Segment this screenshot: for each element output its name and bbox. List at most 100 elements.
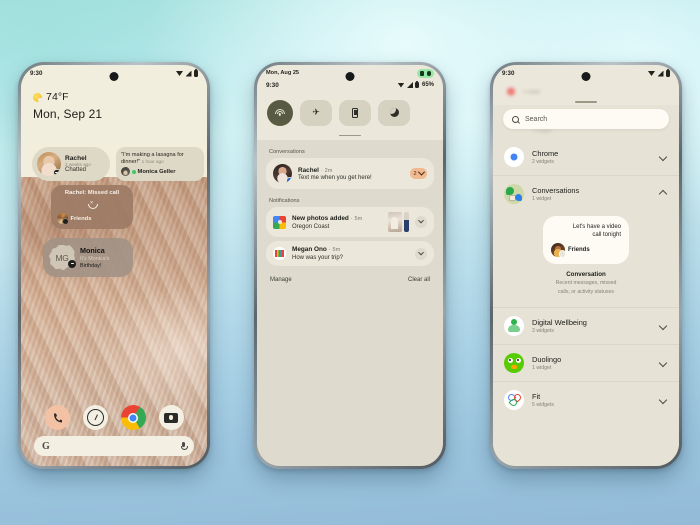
app-name: Fit [532,391,541,401]
section-label-conversations: Conversations [269,149,305,156]
count-value: 2 [413,170,417,177]
app-name: Digital Wellbeing [532,317,587,327]
clear-all-button[interactable]: Clear all [408,277,430,283]
separator: · [350,215,353,223]
camera-icon[interactable] [158,405,184,430]
widget-preview-area: Let's have a video call tonight Friends … [493,212,679,307]
widget-app-row-fit[interactable]: Fit 5 widgets [493,380,679,418]
shade-footer: Manage Clear all [257,266,443,283]
timestamp: 2m [324,167,333,174]
conversation-notification-rachel[interactable]: Rachel · 2m Text me when you get here! 2 [266,158,434,190]
app-text: Duolingo 1 widget [532,355,652,371]
message-badge-icon [68,259,76,268]
phone2-screen: Mon, Aug 25 9:30 65% ✈ Conversations Rac… [257,65,443,466]
chrome-icon[interactable] [120,405,146,430]
fit-heart-glyph [506,392,522,408]
chrome-icon [504,147,524,167]
widget-monica-quote[interactable]: "I'm making a lasagna for dinner!" 1 hou… [116,147,204,181]
mic-icon[interactable] [181,441,188,451]
contact-name: Monica [80,246,105,256]
online-status-dot [132,170,136,174]
expand-button[interactable] [415,216,427,229]
partial-app-label: 1 widget [523,89,540,94]
notification-body: Rachel · 2m Text me when you get here! [298,167,404,182]
app-name: Chrome [532,149,559,158]
widget-rachel-chat[interactable]: Rachel 2 weeks ago Chatted [32,147,110,181]
widget-app-list: Chrome 2 widgets Conversations 1 widget [493,139,679,466]
widget-app-row-digital-wellbeing[interactable]: Digital Wellbeing 3 widgets [493,306,679,344]
partial-app-row: 1 widget [493,82,679,100]
wifi-icon [275,109,285,116]
birthday-line-1: It's Monica's [80,255,110,262]
preview-message-line-2: call tonight [592,232,621,239]
weather-row[interactable]: 74°F [33,91,207,103]
screenshot-root: 9:30 74°F Mon, Sep 21 Rachel 2 weeks ago… [0,0,700,525]
google-photos-icon [273,215,286,229]
birthday-text: Monica It's Monica's Birthday! [68,246,110,269]
camera-punchhole [345,72,355,81]
qs-tile-wifi[interactable] [267,99,293,126]
preview-description-line-1: Recent messages, missed [555,280,617,287]
app-text: Conversations 1 widget [532,186,652,202]
qs-tile-dnd[interactable] [378,99,410,126]
contact-name: Friends [568,247,590,254]
notification-title: New photos added [292,215,349,223]
privacy-indicator[interactable] [416,69,434,78]
thumbnail-image [404,212,409,233]
manage-button[interactable]: Manage [270,277,292,283]
preview-title: Conversation [566,271,606,279]
drag-handle[interactable] [339,134,361,137]
widget-app-row-conversations[interactable]: Conversations 1 widget [493,175,679,212]
notification-photos[interactable]: New photos added · 5m Oregon Coast [266,207,434,238]
widget-count: 1 widget [532,364,552,371]
message-badge-icon [53,168,61,176]
notification-title: Megan Ono [292,246,327,254]
status-icons [648,70,670,77]
conversation-widget-preview[interactable]: Let's have a video call tonight Friends [543,216,629,265]
chevron-down-icon [418,218,424,224]
chevron-down-icon[interactable] [658,358,668,367]
widget-rachel-text: Rachel 2 weeks ago Chatted [65,155,91,173]
at-a-glance[interactable]: 74°F Mon, Sep 21 [21,82,207,121]
duolingo-eye [507,357,513,363]
google-search-bar[interactable]: G [34,436,194,456]
signal-icon [406,82,413,88]
qs-tile-flashlight[interactable] [339,99,371,126]
phone-icon[interactable] [44,405,70,430]
conversations-icon [504,184,524,204]
widget-count: 1 widget [532,196,552,202]
obscured-row-text: 1 widget [533,129,551,134]
qs-tile-airplane[interactable]: ✈ [300,99,332,126]
notification-count-badge[interactable]: 2 [410,168,427,180]
search-input[interactable]: Search [503,109,669,129]
chevron-down-icon[interactable] [658,395,668,404]
wifi-icon [648,71,655,76]
widget-app-row-duolingo[interactable]: Duolingo 1 widget [493,343,679,381]
drag-handle[interactable] [575,101,597,103]
chevron-down-icon[interactable] [658,321,668,330]
battery-icon [666,70,670,77]
missed-call-title: Rachel: Missed call [64,190,120,196]
widget-app-row-chrome[interactable]: Chrome 2 widgets [493,139,679,175]
monica-identity-row: Monica Geller [121,167,199,177]
signal-icon [185,70,192,77]
notification-gmail[interactable]: Megan Ono · 5m How was your trip? [266,241,434,266]
airplane-icon: ✈ [312,107,320,117]
phone-widget-picker: 9:30 1 widget Search 1 widget Chrome 2 w… [490,62,682,469]
chevron-down-icon[interactable] [658,152,668,162]
google-g-icon: G [42,440,50,452]
conversation-widgets-row: Rachel 2 weeks ago Chatted "I'm making a… [32,147,204,181]
section-label-notifications: Notifications [269,198,300,205]
widget-missed-call[interactable]: Rachel: Missed call Friends [51,185,133,229]
quote-text: "I'm making a lasagna for dinner!" 1 hou… [121,152,199,166]
status-time: 9:30 [30,70,43,77]
widget-monica-birthday[interactable]: MG Monica It's Monica's Birthday! [43,238,133,277]
chevron-up-icon[interactable] [658,189,668,199]
status-icons [176,70,198,77]
photo-thumbnails[interactable] [388,212,409,233]
app-text: Fit 5 widgets [532,392,652,408]
mic-icon [426,71,431,76]
clock-icon[interactable] [82,405,108,430]
expand-button[interactable] [415,247,427,260]
group-row: Friends [57,213,127,225]
